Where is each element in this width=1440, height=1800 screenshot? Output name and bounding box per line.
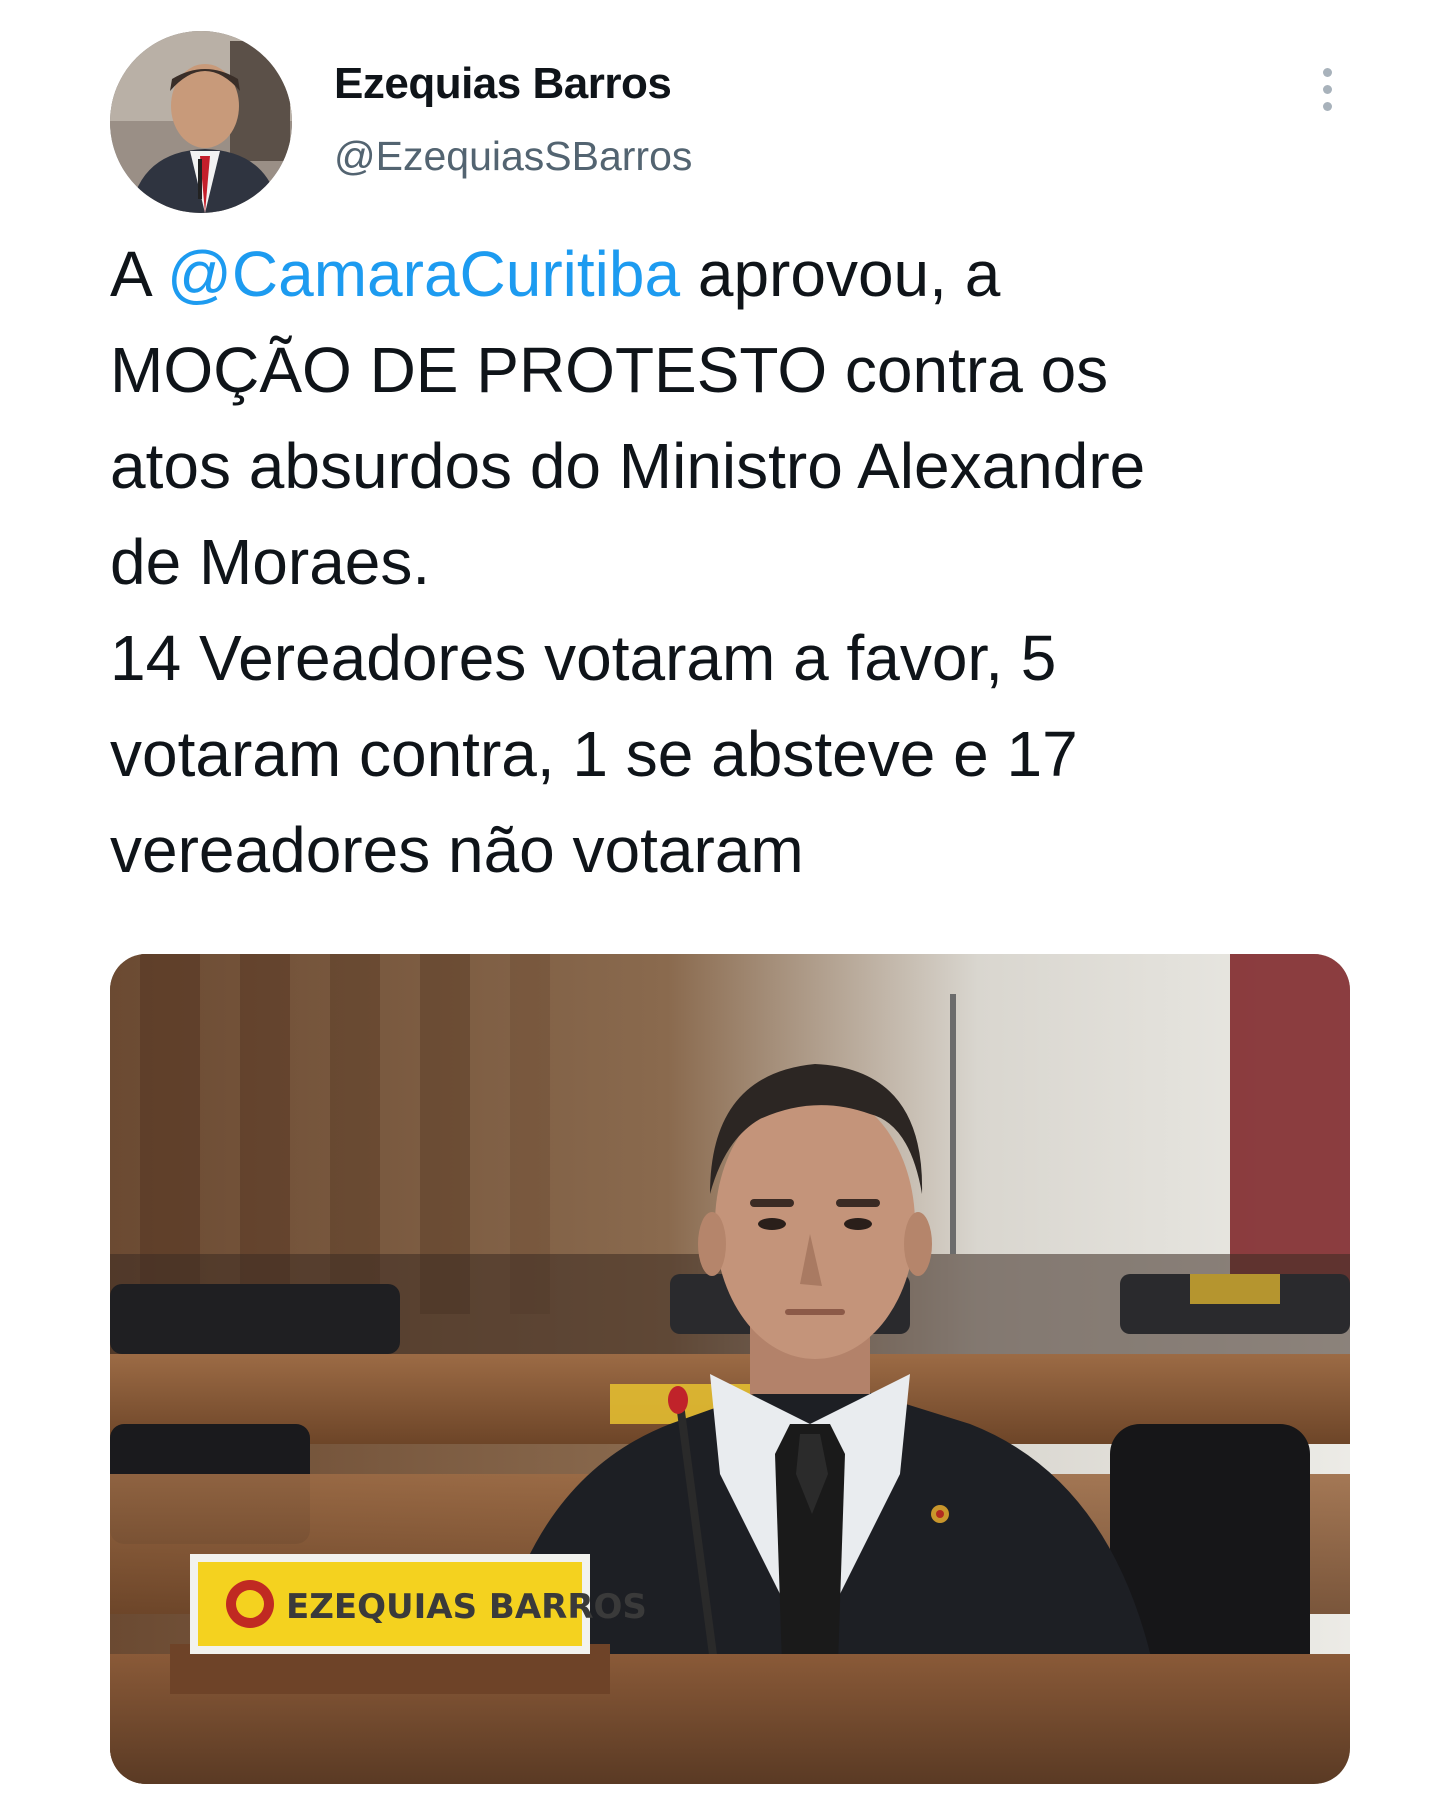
author-name[interactable]: Ezequias Barros [334,58,672,111]
tweet-card: Ezequias Barros @EzequiasSBarros A @Cama… [0,0,1440,1800]
tweet-line-1: A @CamaraCuritiba aprovou, a [110,226,1360,322]
tweet-line-2: MOÇÃO DE PROTESTO contra os [110,334,1109,406]
tweet-line-4: de Moraes. [110,526,431,598]
tweet-line-6: votaram contra, 1 se absteve e 17 [110,718,1078,790]
tweet-line-5: 14 Vereadores votaram a favor, 5 [110,622,1057,694]
more-vertical-icon-dot-3 [1322,101,1332,111]
nameplate-text: EZEQUIAS BARROS [286,1587,647,1627]
tweet-text: A @CamaraCuritiba aprovou, a MOÇÃO DE PR… [110,226,1360,898]
more-options-button[interactable] [1302,54,1352,124]
tweet-text-prefix: A [110,238,167,310]
avatar[interactable] [110,31,292,213]
more-vertical-icon-dot-2 [1322,84,1332,94]
council-member-photo: EZEQUIAS BARROS [110,954,1350,1784]
tweet-line-7: vereadores não votaram [110,814,804,886]
tweet-text-suffix: aprovou, a [680,238,1001,310]
tweet-line-3: atos absurdos do Ministro Alexandre [110,430,1146,502]
more-vertical-icon [1322,67,1332,77]
tweet-photo[interactable]: EZEQUIAS BARROS [110,954,1350,1784]
profile-photo-icon [110,31,292,213]
mention-link[interactable]: @CamaraCuritiba [167,238,680,310]
author-handle[interactable]: @EzequiasSBarros [334,132,692,181]
